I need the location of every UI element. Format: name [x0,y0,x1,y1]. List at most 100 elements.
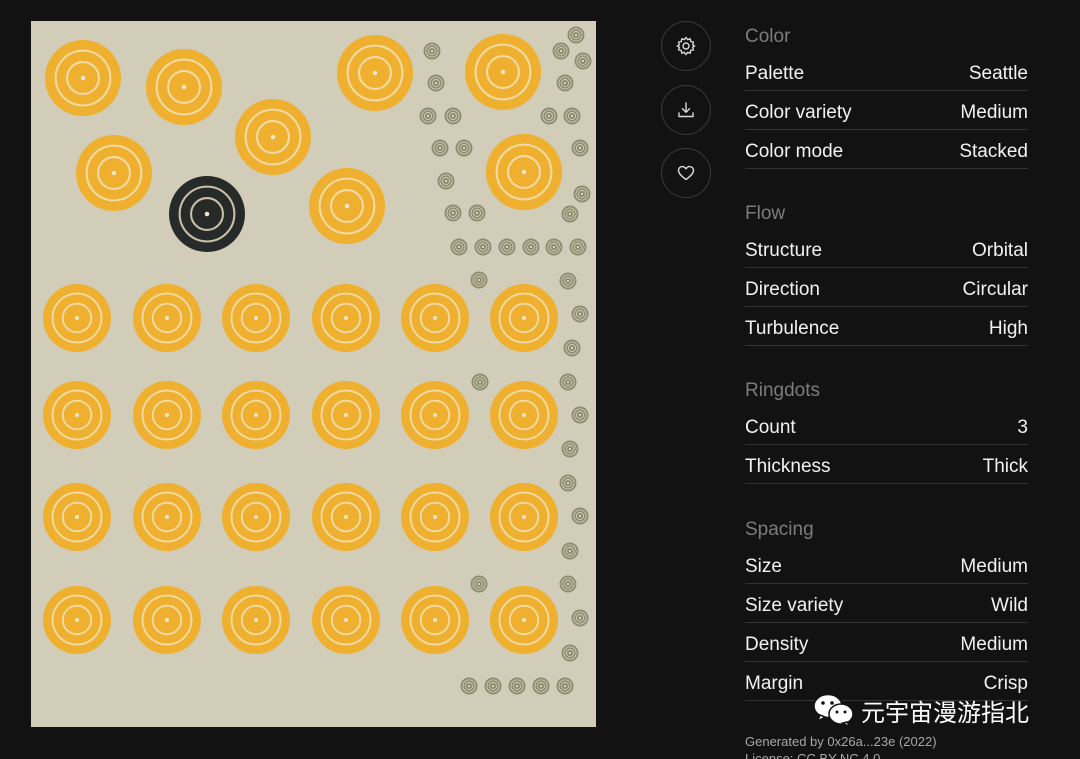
ringdot-small [563,339,581,357]
setting-row-count[interactable]: Count 3 [745,410,1028,445]
ringdot-small [474,238,492,256]
ringdot-large [401,483,469,551]
ringdot-large [43,381,111,449]
ringdot-small [540,107,558,125]
setting-value: Circular [962,279,1028,300]
ringdot-small [561,542,579,560]
setting-label: Direction [745,279,820,300]
ringdot-small [559,272,577,290]
ringdot-large [401,586,469,654]
artwork-canvas [31,21,596,727]
setting-label: Color variety [745,102,852,123]
ringdot-small [444,107,462,125]
app-window: Color Palette Seattle Color variety Medi… [0,0,1080,759]
setting-value: High [988,318,1028,339]
setting-value: Medium [960,634,1028,655]
ringdot-small [471,373,489,391]
setting-label: Count [745,417,796,438]
ringdot-small [571,507,589,525]
watermark: 元宇宙漫游指北 [812,691,1029,729]
setting-row-thickness[interactable]: Thickness Thick [745,449,1028,484]
ringdot-small [444,204,462,222]
ringdot-large [43,284,111,352]
ringdot-large [490,483,558,551]
ringdot-small [431,139,449,157]
setting-row-palette[interactable]: Palette Seattle [745,56,1028,91]
download-button[interactable] [661,85,711,135]
setting-label: Density [745,634,809,655]
ringdot-small [437,172,455,190]
setting-row-size-variety[interactable]: Size variety Wild [745,588,1028,623]
setting-value: Seattle [968,63,1028,84]
ringdot-large [486,134,562,210]
ringdot-large [45,40,121,116]
ringdot-small [468,204,486,222]
setting-row-density[interactable]: Density Medium [745,627,1028,662]
setting-value: Orbital [972,240,1028,261]
ringdot-small [573,185,591,203]
ringdot-large [337,35,413,111]
ringdot-small [419,107,437,125]
ringdot-small [567,26,585,44]
setting-label: Palette [745,63,805,84]
ringdot-small [545,238,563,256]
favorite-button[interactable] [661,148,711,198]
ringdot-small [561,205,579,223]
setting-row-turbulence[interactable]: Turbulence High [745,311,1028,346]
ringdot-large [76,135,152,211]
setting-value: Medium [960,556,1028,577]
setting-label: Margin [745,673,804,694]
settings-button[interactable] [661,21,711,71]
setting-value: Stacked [959,141,1028,162]
setting-row-color-variety[interactable]: Color variety Medium [745,95,1028,130]
ringdot-large [401,284,469,352]
ringdot-large [312,586,380,654]
ringdot-large [133,483,201,551]
ringdot-small [460,677,478,695]
section-title-spacing: Spacing [745,519,814,540]
setting-row-color-mode[interactable]: Color mode Stacked [745,134,1028,169]
ringdot-large [309,168,385,244]
generated-by-text: Generated by 0x26a...23e (2022) [745,734,937,749]
ringdot-small [571,305,589,323]
ringdot-large [490,586,558,654]
setting-value: 3 [1017,417,1028,438]
ringdot-large [133,284,201,352]
ringdot-small [571,609,589,627]
ringdot-small [508,677,526,695]
ringdot-large [235,99,311,175]
ringdot-large [490,381,558,449]
ringdot-small [498,238,516,256]
ringdot-small [532,677,550,695]
ringdot-large [133,586,201,654]
ringdot-large [133,381,201,449]
ringdot-small [455,139,473,157]
setting-label: Color mode [745,141,844,162]
ringdot-large [222,586,290,654]
setting-value: Thick [982,456,1028,477]
setting-row-direction[interactable]: Direction Circular [745,272,1028,307]
ringdot-small [559,373,577,391]
ringdot-small [574,52,592,70]
ringdot-large [43,483,111,551]
ringdot-small [563,107,581,125]
section-title-color: Color [745,26,791,47]
heart-icon [677,165,695,181]
ringdot-dark [169,176,245,252]
ringdot-small [561,440,579,458]
ringdot-large [312,381,380,449]
setting-value: Wild [991,595,1028,616]
download-icon [678,102,694,118]
ringdot-large [490,284,558,352]
ringdot-small [470,271,488,289]
wechat-icon [813,693,854,729]
ringdot-large [222,381,290,449]
ringdot-large [401,381,469,449]
setting-row-structure[interactable]: Structure Orbital [745,233,1028,268]
ringdot-large [43,586,111,654]
ringdot-small [559,575,577,593]
setting-label: Size [745,556,782,577]
setting-row-size[interactable]: Size Medium [745,549,1028,584]
ringdot-small [423,42,441,60]
ringdot-large [465,34,541,110]
